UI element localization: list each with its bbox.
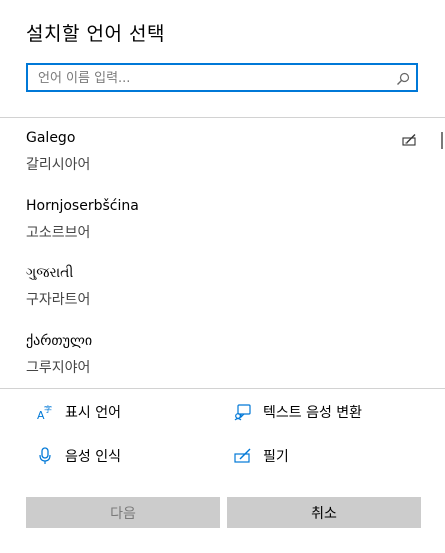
svg-text:字: 字 [44, 404, 52, 414]
language-item-hornjoserbscina[interactable]: Hornjoserbšćina 고소르브어 [26, 197, 406, 242]
language-name: ქართული [26, 333, 93, 349]
language-name: ગુજરાતી [26, 265, 74, 281]
text-to-speech-icon [234, 403, 252, 421]
display-language-icon: A 字 [36, 403, 54, 421]
cancel-button[interactable]: 취소 [227, 497, 421, 528]
feature-label: 필기 [263, 449, 289, 465]
language-native-name: 고소르브어 [26, 225, 91, 241]
feature-label: 음성 인식 [65, 449, 121, 465]
feature-display-language: A 字 표시 언어 [36, 402, 121, 422]
language-name: Hornjoserbšćina [26, 198, 139, 214]
bottom-separator [0, 388, 445, 389]
language-native-name: 갈리시아어 [26, 157, 91, 173]
feature-handwriting: 필기 [234, 446, 289, 466]
feature-label: 텍스트 음성 변환 [263, 405, 363, 421]
feature-text-to-speech: 텍스트 음성 변환 [234, 402, 362, 422]
language-item-gujarati[interactable]: ગુજરાતી 구자라트어 [26, 264, 406, 309]
handwriting-icon [402, 132, 418, 146]
language-name: Galego [26, 130, 76, 146]
next-button[interactable]: 다음 [26, 497, 220, 528]
search-input[interactable] [38, 68, 388, 88]
scrollbar-thumb[interactable] [441, 132, 443, 149]
language-native-name: 그루지야어 [26, 360, 91, 376]
language-native-name: 구자라트어 [26, 292, 91, 308]
language-item-galego[interactable]: Galego 갈리시아어 [26, 129, 406, 174]
feature-label: 표시 언어 [65, 405, 121, 421]
search-box[interactable] [26, 63, 418, 92]
language-list[interactable]: Galego 갈리시아어 Hornjoserbšćina 고소르브어 ગુજરા… [0, 118, 445, 388]
microphone-icon [36, 447, 54, 465]
feature-speech-recognition: 음성 인식 [36, 446, 121, 466]
handwriting-icon [234, 447, 252, 465]
language-item-georgian[interactable]: ქართული 그루지야어 [26, 332, 406, 377]
dialog-title: 설치할 언어 선택 [26, 23, 165, 45]
search-icon[interactable] [396, 71, 410, 85]
